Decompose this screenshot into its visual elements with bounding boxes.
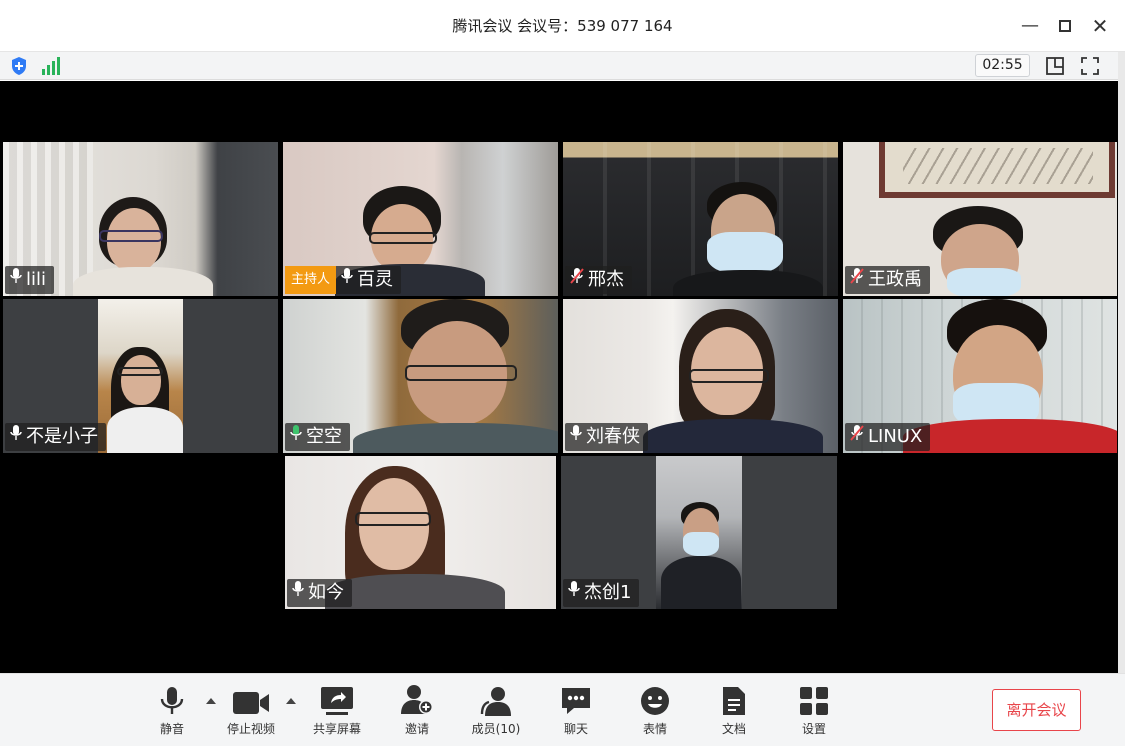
title-bar: 腾讯会议 会议号：539 077 164 — ✕: [0, 0, 1125, 52]
mic-active-icon: [289, 423, 303, 451]
video-grid: lili 主持人 百灵 邢杰 王政禹 不是小子 空空 刘春侠 LINUX 如今 …: [0, 81, 1118, 673]
emoji-button[interactable]: 表情: [625, 684, 685, 737]
fullscreen-icon[interactable]: [1080, 56, 1100, 80]
chat-button[interactable]: 聊天: [546, 684, 606, 737]
participant-nametag: 如今: [287, 579, 352, 607]
minimize-icon[interactable]: —: [1018, 14, 1042, 38]
participant-nametag: 不是小子: [5, 423, 106, 451]
mic-muted-icon: [849, 266, 865, 294]
close-icon[interactable]: ✕: [1088, 14, 1112, 38]
video-tile[interactable]: 杰创1: [561, 456, 837, 609]
video-tile[interactable]: LINUX: [843, 299, 1117, 453]
meeting-info-bar: 02:55: [0, 52, 1125, 80]
participant-name: 百灵: [357, 269, 394, 290]
participant-nametag: 刘春侠: [565, 423, 648, 451]
docs-button[interactable]: 文档: [704, 684, 764, 737]
video-tile[interactable]: 主持人 百灵: [283, 142, 558, 296]
add-user-icon: [387, 684, 447, 716]
participant-name: LINUX: [868, 426, 923, 447]
leave-meeting-button[interactable]: 离开会议: [992, 689, 1081, 731]
participant-nametag: 王政禹: [845, 266, 930, 294]
participant-name: 空空: [306, 426, 342, 447]
chat-icon: [546, 684, 606, 716]
video-tile[interactable]: 空空: [283, 299, 558, 453]
video-tile[interactable]: 王政禹: [843, 142, 1117, 296]
window-title: 腾讯会议 会议号：539 077 164: [452, 17, 673, 35]
video-tile[interactable]: 如今: [285, 456, 556, 609]
camera-icon: [221, 684, 281, 716]
mic-muted-icon: [569, 266, 585, 294]
docs-label: 文档: [721, 722, 746, 736]
mic-icon: [569, 423, 583, 451]
participant-nametag: LINUX: [845, 423, 931, 451]
video-tile[interactable]: 邢杰: [563, 142, 838, 296]
layout-icon[interactable]: [1045, 56, 1065, 80]
mute-button[interactable]: 静音: [142, 684, 202, 737]
settings-label: 设置: [801, 722, 826, 736]
stop-video-label: 停止视频: [226, 722, 275, 736]
participant-name: 不是小子: [26, 426, 98, 447]
participant-nametag: lili: [5, 266, 55, 294]
document-icon: [704, 684, 764, 716]
members-icon: [466, 684, 526, 716]
signal-icon[interactable]: [41, 57, 61, 79]
maximize-icon[interactable]: [1053, 14, 1077, 38]
participant-name: 杰创1: [584, 582, 632, 603]
mute-options-icon[interactable]: [206, 698, 216, 704]
invite-button[interactable]: 邀请: [387, 684, 447, 737]
mic-icon: [9, 266, 23, 294]
meeting-timer: 02:55: [975, 54, 1030, 77]
stop-video-button[interactable]: 停止视频: [221, 684, 281, 737]
video-options-icon[interactable]: [286, 698, 296, 704]
members-label: 成员(10): [471, 722, 521, 736]
meeting-toolbar: 静音 停止视频 共享屏幕 邀请 成员(10) 聊天 表情 文档 设置 离开会议: [0, 673, 1125, 746]
invite-label: 邀请: [404, 722, 429, 736]
mic-muted-icon: [849, 423, 865, 451]
share-screen-button[interactable]: 共享屏幕: [307, 684, 367, 737]
emoji-icon: [625, 684, 685, 716]
mic-icon: [340, 266, 354, 294]
mic-icon: [9, 423, 23, 451]
video-tile[interactable]: 不是小子: [3, 299, 278, 453]
grid-settings-icon: [784, 684, 844, 716]
window-edge: [1118, 52, 1125, 746]
participant-nametag: 邢杰: [565, 266, 632, 294]
video-tile[interactable]: 刘春侠: [563, 299, 838, 453]
host-badge: 主持人: [285, 266, 337, 294]
mic-icon: [567, 579, 581, 607]
chat-label: 聊天: [563, 722, 588, 736]
participant-nametag: 主持人 百灵: [285, 266, 402, 294]
settings-button[interactable]: 设置: [784, 684, 844, 737]
share-screen-label: 共享屏幕: [312, 722, 361, 736]
participant-nametag: 空空: [285, 423, 350, 451]
participant-name: 刘春侠: [586, 426, 640, 447]
shield-icon[interactable]: [10, 56, 28, 80]
emoji-label: 表情: [642, 722, 667, 736]
participant-name: 王政禹: [868, 269, 922, 290]
participant-name: 如今: [308, 582, 344, 603]
video-tile[interactable]: lili: [3, 142, 278, 296]
participant-name: lili: [26, 269, 47, 290]
participant-name: 邢杰: [588, 269, 624, 290]
mute-label: 静音: [159, 722, 184, 736]
share-screen-icon: [307, 684, 367, 716]
participant-nametag: 杰创1: [563, 579, 640, 607]
members-button[interactable]: 成员(10): [466, 684, 526, 737]
mic-icon: [291, 579, 305, 607]
microphone-icon: [142, 684, 202, 716]
